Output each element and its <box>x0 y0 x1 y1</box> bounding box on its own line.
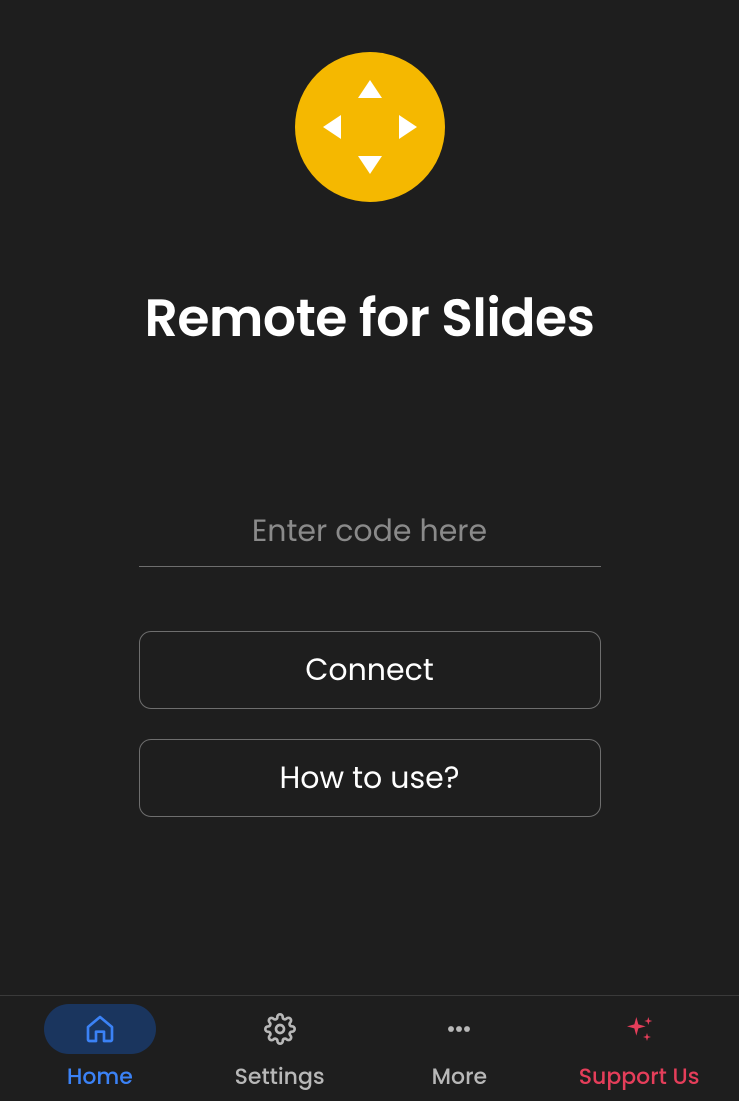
nav-item-more[interactable]: More <box>370 1004 550 1093</box>
arrow-left-icon <box>323 115 341 139</box>
arrow-right-icon <box>399 115 417 139</box>
gear-icon <box>264 1013 296 1045</box>
code-input[interactable] <box>139 496 601 567</box>
nav-more-label: More <box>432 1060 487 1093</box>
nav-settings-label: Settings <box>235 1060 325 1093</box>
nav-item-support[interactable]: Support Us <box>549 1004 729 1093</box>
nav-item-settings[interactable]: Settings <box>190 1004 370 1093</box>
nav-more-icon-wrapper <box>403 1004 515 1054</box>
sparkle-icon <box>623 1013 655 1045</box>
nav-item-home[interactable]: Home <box>10 1004 190 1093</box>
connect-button[interactable]: Connect <box>139 631 601 709</box>
home-icon <box>84 1013 116 1045</box>
nav-settings-icon-wrapper <box>224 1004 336 1054</box>
nav-home-label: Home <box>67 1060 133 1093</box>
more-icon <box>443 1013 475 1045</box>
howto-button[interactable]: How to use? <box>139 739 601 817</box>
app-title: Remote for Slides <box>145 280 595 358</box>
bottom-nav: Home Settings More Supp <box>0 995 739 1101</box>
arrow-up-icon <box>358 80 382 98</box>
main-content: Remote for Slides Connect How to use? <box>0 0 739 995</box>
nav-support-label: Support Us <box>579 1060 700 1093</box>
arrow-down-icon <box>358 156 382 174</box>
app-logo <box>295 52 445 202</box>
nav-home-icon-wrapper <box>44 1004 156 1054</box>
nav-support-icon-wrapper <box>583 1004 695 1054</box>
